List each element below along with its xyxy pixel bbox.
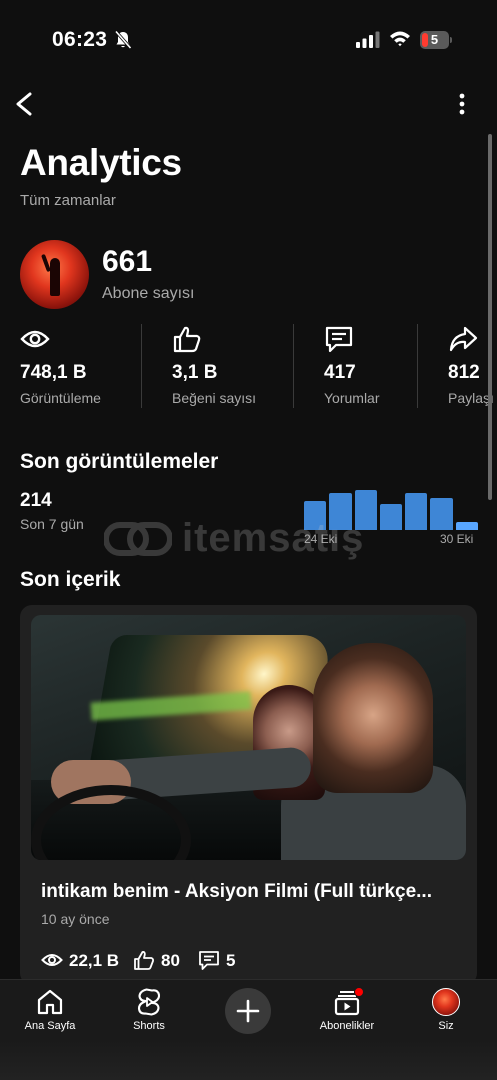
chart-bar	[329, 493, 352, 530]
subscriber-count: 661	[102, 245, 153, 278]
nav-home-label: Ana Sayfa	[24, 1020, 76, 1032]
notification-dot	[354, 987, 364, 997]
status-time: 06:23	[52, 28, 108, 51]
more-options-button[interactable]	[450, 90, 474, 118]
recent-views-period: Son 7 gün	[20, 516, 84, 532]
nav-shorts-label: Shorts	[133, 1020, 165, 1032]
plus-icon	[236, 999, 260, 1023]
stat-label: Beğeni sayısı	[172, 390, 257, 406]
chart-start-label: 24 Eki	[304, 532, 338, 546]
chart-bar	[304, 501, 327, 530]
nav-you-label: Siz	[438, 1020, 454, 1032]
chart-bar	[455, 522, 478, 530]
back-button[interactable]	[10, 88, 40, 120]
recent-content-title: Son içerik	[20, 568, 121, 591]
chart-end-label: 30 Eki	[440, 532, 474, 546]
chart-bar	[430, 498, 453, 530]
video-views-value: 22,1 B	[69, 951, 120, 970]
video-thumbnail[interactable]	[31, 615, 466, 860]
nav-subscriptions-label: Abonelikler	[319, 1020, 375, 1032]
scrollbar[interactable]	[488, 134, 492, 500]
recent-views-chart[interactable]	[304, 486, 478, 530]
chart-bar	[354, 490, 377, 530]
create-button[interactable]	[225, 988, 271, 1034]
recent-views-title: Son görüntülemeler	[20, 450, 219, 473]
profile-avatar	[432, 988, 460, 1016]
bell-off-icon	[114, 30, 132, 50]
video-title[interactable]: intikam benim - Aksiyon Filmi (Full türk…	[41, 881, 461, 903]
thumbs-up-icon	[173, 326, 201, 353]
stat-value: 812	[448, 362, 480, 383]
subscriber-label: Abone sayısı	[102, 285, 195, 302]
chart-bar	[379, 504, 403, 530]
battery-icon: 5	[420, 31, 452, 49]
comment-icon	[325, 326, 353, 353]
stat-value: 3,1 B	[172, 362, 218, 383]
cellular-signal-icon	[356, 31, 380, 48]
stat-label: Yorumlar	[324, 390, 380, 406]
video-likes-value: 80	[161, 951, 180, 970]
recent-content-card[interactable]: intikam benim - Aksiyon Filmi (Full türk…	[20, 605, 477, 985]
date-range-label[interactable]: Tüm zamanlar	[20, 192, 116, 209]
stat-value: 417	[324, 362, 356, 383]
stat-value: 748,1 B	[20, 362, 87, 383]
analytics-screen: 06:23 5 Analytics Tüm zamanlar 661 Abone…	[0, 0, 497, 1080]
stats-row: 748,1 B Görüntüleme 3,1 B Beğeni sayısı …	[0, 322, 497, 412]
recent-views-count: 214	[20, 490, 52, 511]
home-icon	[37, 989, 63, 1015]
channel-avatar	[20, 240, 89, 309]
video-comments-value: 5	[226, 951, 236, 970]
wifi-icon	[390, 31, 410, 47]
page-title: Analytics	[20, 142, 182, 183]
watermark-logo-icon	[104, 522, 172, 556]
stat-label: Görüntüleme	[20, 390, 101, 406]
eye-icon	[41, 954, 63, 966]
thumbs-up-icon	[134, 951, 154, 970]
chart-bar	[405, 493, 428, 530]
comment-icon	[199, 951, 219, 970]
share-icon	[449, 326, 478, 352]
shorts-icon	[137, 988, 161, 1016]
status-bar: 06:23 5	[0, 0, 497, 80]
eye-icon	[20, 330, 50, 348]
battery-level: 5	[430, 32, 439, 47]
home-indicator-area	[0, 1040, 497, 1080]
video-age: 10 ay önce	[41, 911, 110, 927]
